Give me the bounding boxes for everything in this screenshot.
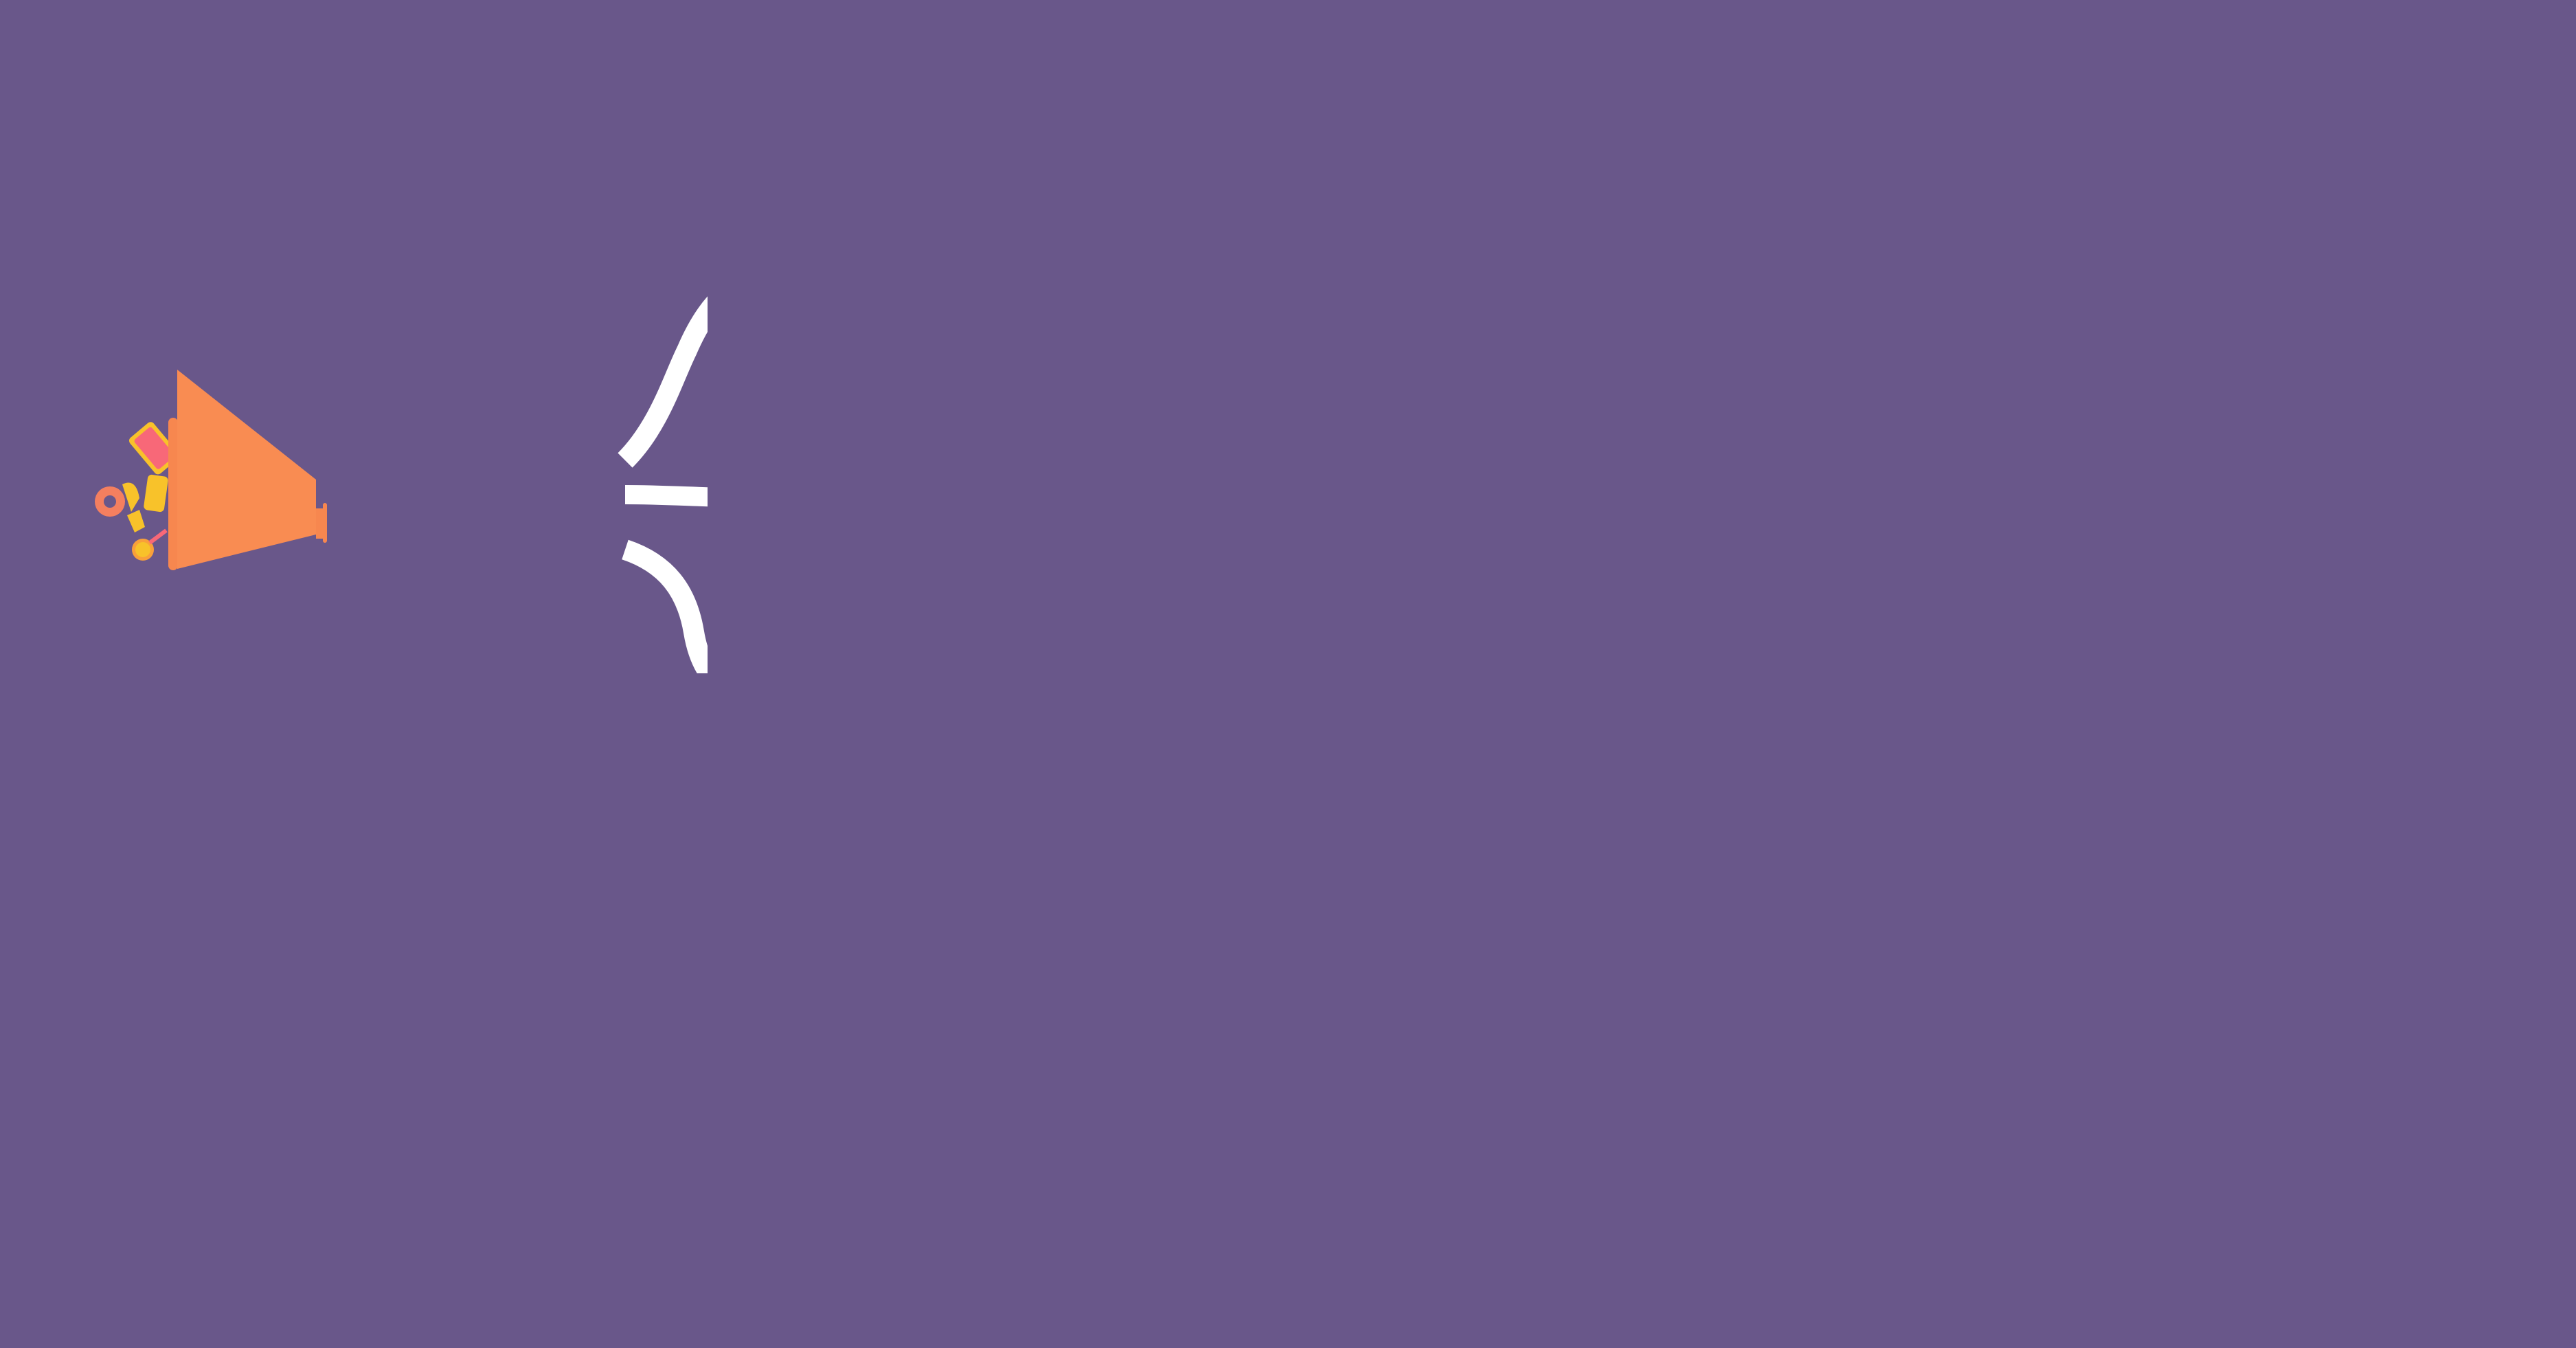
pipeline-illustration bbox=[95, 296, 708, 673]
data-sources-icon bbox=[95, 422, 180, 561]
connector-marketing bbox=[624, 485, 708, 507]
connector-sales bbox=[618, 296, 708, 468]
funnel-icon bbox=[168, 370, 327, 570]
connector-procurement bbox=[621, 539, 708, 673]
